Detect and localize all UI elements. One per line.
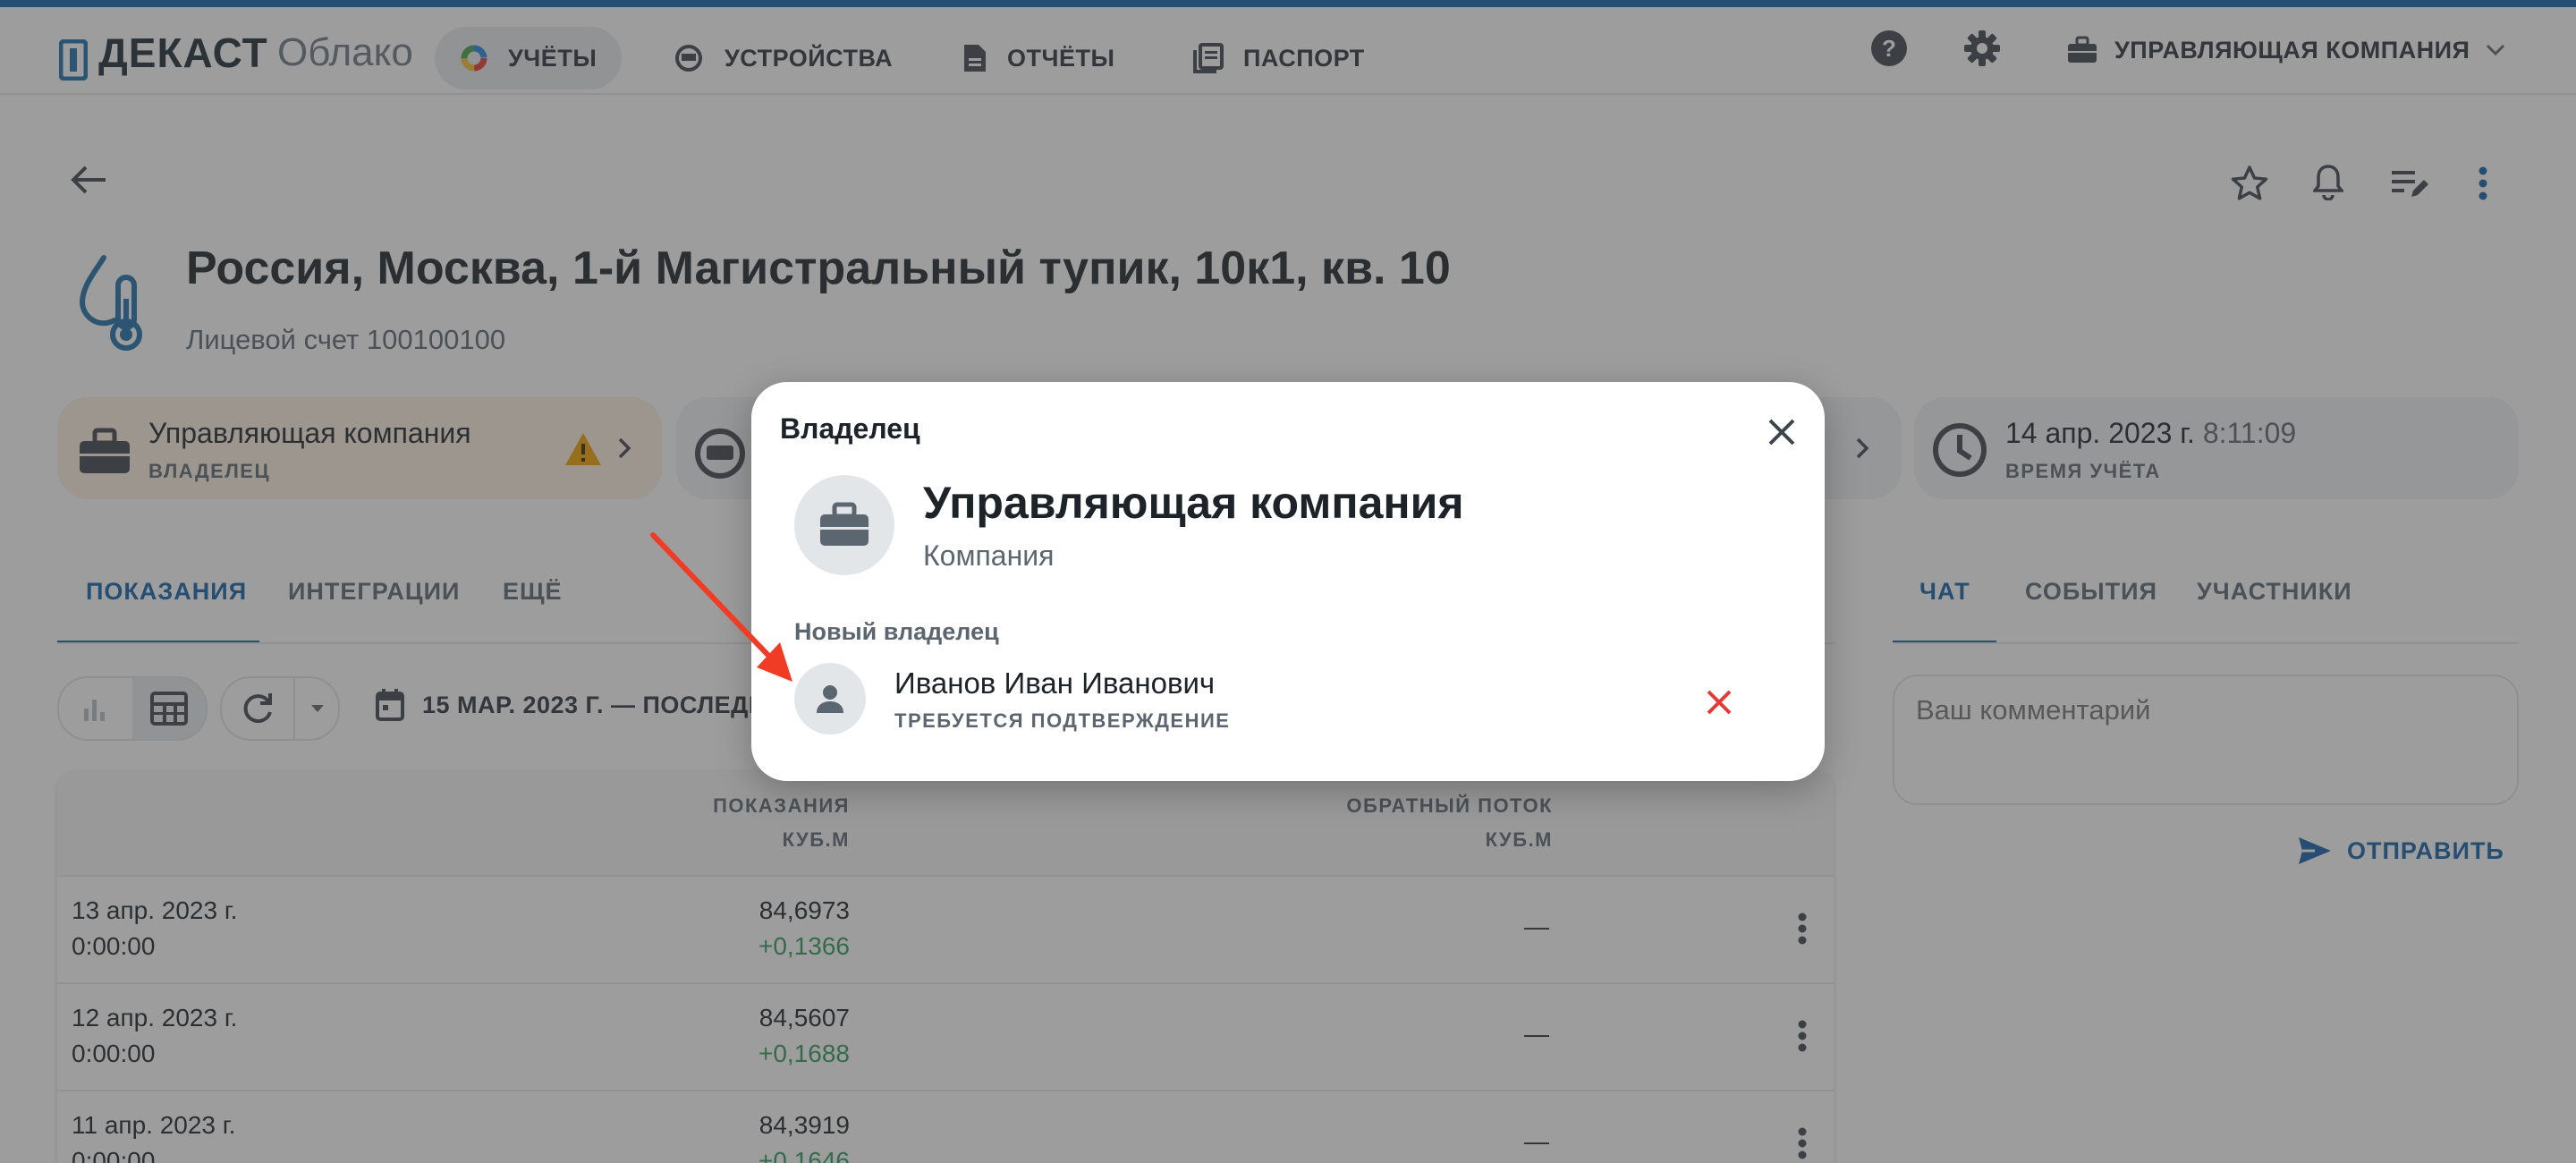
close-icon[interactable] [1762, 412, 1801, 452]
new-owner-name: Иванов Иван Иванович [894, 666, 1216, 700]
annotation-arrow-icon [644, 528, 805, 693]
company-avatar [794, 475, 894, 575]
delete-x-icon[interactable] [1701, 684, 1737, 720]
current-owner-type: Компания [923, 539, 1055, 572]
current-owner-name: Управляющая компания [923, 478, 1464, 528]
dialog-title: Владелец [780, 412, 920, 445]
new-owner-status: ТРЕБУЕТСЯ ПОДТВЕРЖДЕНИЕ [894, 709, 1231, 732]
new-owner-label: Новый владелец [794, 618, 999, 645]
person-avatar [794, 663, 866, 734]
person-icon [815, 683, 845, 714]
briefcase-icon [818, 502, 871, 548]
owner-dialog: Владелец Управляющая компания Компания Н… [751, 382, 1825, 781]
